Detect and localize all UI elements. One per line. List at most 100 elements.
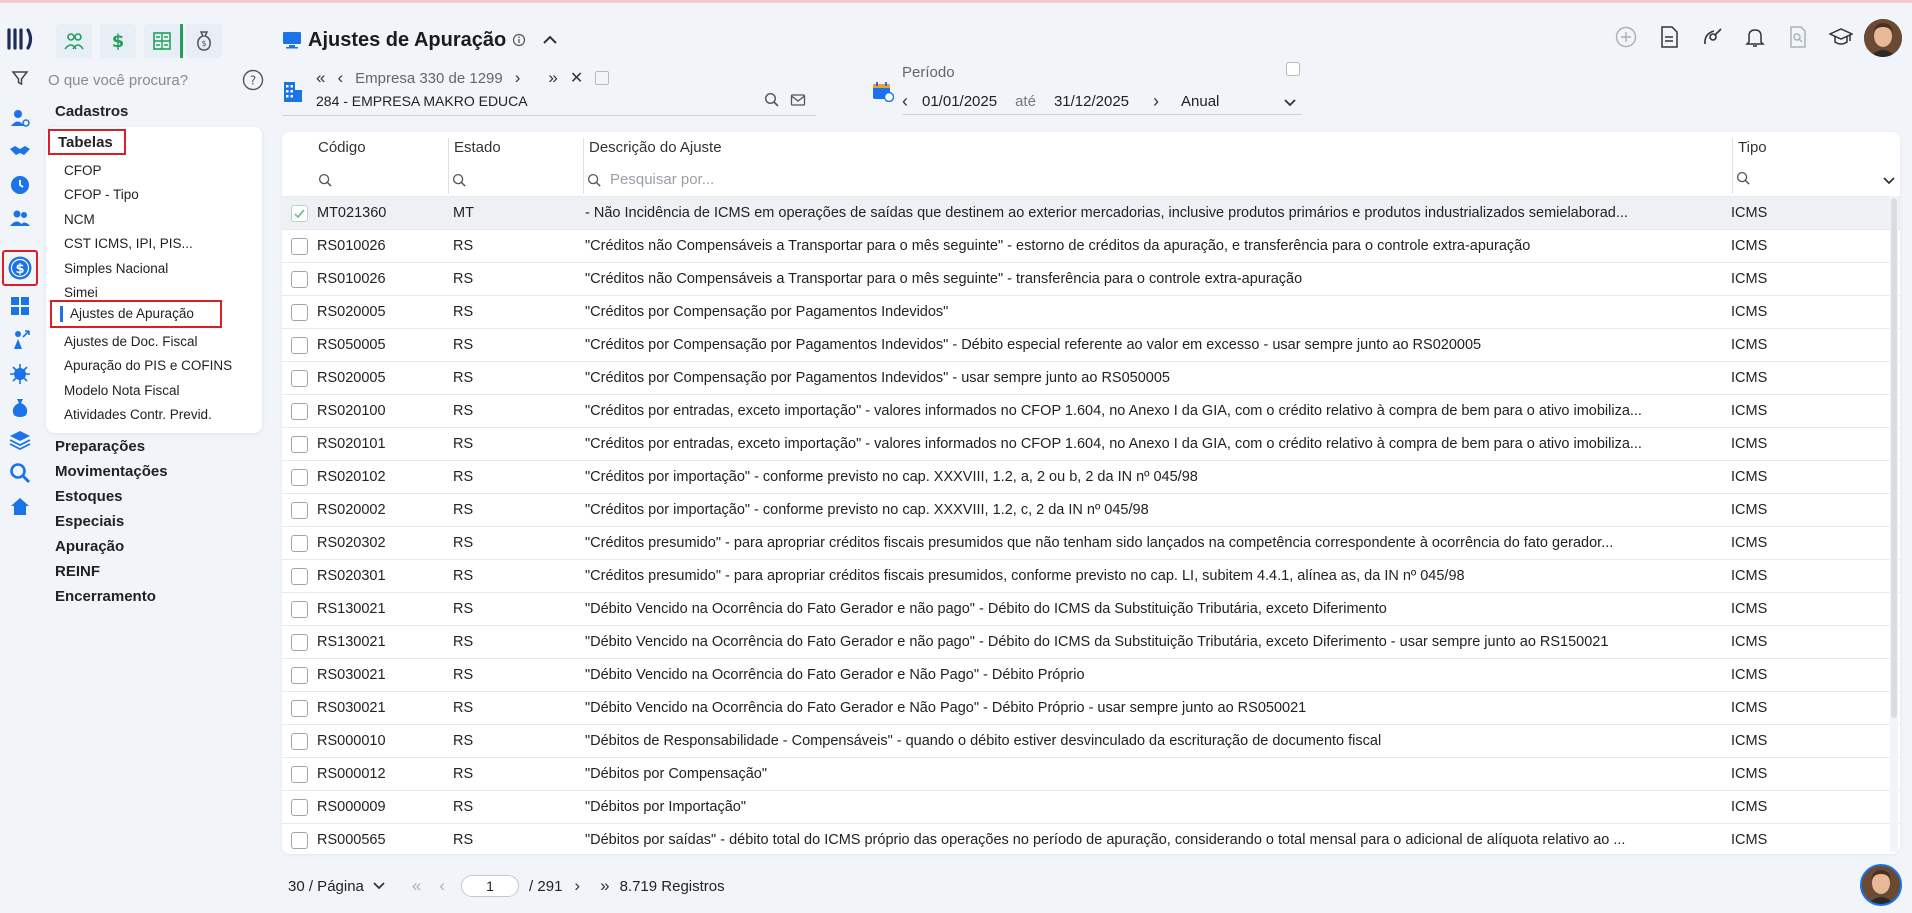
col-header-descricao[interactable]: Descrição do Ajuste xyxy=(589,132,722,162)
submenu-item-ncm[interactable]: NCM xyxy=(64,212,95,227)
submenu-item-cst[interactable]: CST ICMS, IPI, PIS... xyxy=(64,236,193,251)
submenu-item-simples-nacional[interactable]: Simples Nacional xyxy=(64,261,168,276)
nav-estoques[interactable]: Estoques xyxy=(55,488,123,505)
row-checkbox[interactable] xyxy=(291,271,308,288)
assistant-avatar[interactable] xyxy=(1860,864,1902,906)
period-mode-select[interactable]: Anual xyxy=(1181,93,1219,110)
table-row[interactable]: RS020101 RS "Créditos por entradas, exceto… xyxy=(282,427,1900,460)
money-bag-icon[interactable] xyxy=(8,395,32,419)
table-row[interactable]: RS020005 RS "Créditos por Compensação por … xyxy=(282,295,1900,328)
nav-movimentacoes[interactable]: Movimentações xyxy=(55,463,168,480)
row-checkbox[interactable] xyxy=(291,535,308,552)
nav-preparacoes[interactable]: Preparações xyxy=(55,438,145,455)
table-row[interactable]: RS030021 RS "Débito Vencido na Ocorrência … xyxy=(282,691,1900,724)
add-circle-icon[interactable] xyxy=(1613,24,1639,50)
table-row[interactable]: RS020002 RS "Créditos por importação" - co… xyxy=(282,493,1900,526)
bell-icon[interactable] xyxy=(1742,24,1768,50)
table-row[interactable]: RS000010 RS "Débitos de Responsabilidade -… xyxy=(282,724,1900,757)
nav-encerramento[interactable]: Encerramento xyxy=(55,588,156,605)
row-checkbox[interactable] xyxy=(291,238,308,255)
info-icon[interactable] xyxy=(512,33,526,47)
chevron-up-icon[interactable] xyxy=(540,30,560,50)
filter-descricao-input[interactable]: Pesquisar por... xyxy=(610,171,714,188)
row-checkbox[interactable] xyxy=(291,733,308,750)
row-checkbox[interactable] xyxy=(291,700,308,717)
table-row[interactable]: RS130021 RS "Débito Vencido na Ocorrência … xyxy=(282,625,1900,658)
submenu-item-apuracao-pis-cofins[interactable]: Apuração do PIS e COFINS xyxy=(64,358,232,373)
nav-tabelas[interactable]: Tabelas xyxy=(48,129,126,155)
row-checkbox[interactable] xyxy=(291,304,308,321)
table-row[interactable]: RS020102 RS "Créditos por importação" - co… xyxy=(282,460,1900,493)
row-checkbox[interactable] xyxy=(291,832,308,849)
row-checkbox[interactable] xyxy=(291,568,308,585)
row-checkbox[interactable] xyxy=(291,337,308,354)
clock-icon[interactable] xyxy=(8,173,32,197)
fiscal-module-icon[interactable]: $ xyxy=(2,250,38,286)
row-checkbox[interactable] xyxy=(291,403,308,420)
search-icon[interactable] xyxy=(764,92,780,108)
submenu-item-cfop-tipo[interactable]: CFOP - Tipo xyxy=(64,187,139,202)
col-header-tipo[interactable]: Tipo xyxy=(1738,132,1767,162)
prev-page-icon[interactable]: ‹ xyxy=(439,876,445,896)
person-arrow-icon[interactable] xyxy=(8,328,32,352)
grid-module-icon[interactable] xyxy=(144,24,180,58)
nav-reinf[interactable]: REINF xyxy=(55,563,100,580)
row-checkbox[interactable] xyxy=(291,469,308,486)
table-row[interactable]: RS000009 RS "Débitos por Importação" ICMS xyxy=(282,790,1900,823)
scrollbar-thumb[interactable] xyxy=(1891,198,1897,718)
document-icon[interactable] xyxy=(1656,24,1682,50)
first-page-icon[interactable]: « xyxy=(412,876,421,896)
user-settings-icon[interactable] xyxy=(8,106,32,130)
row-checkbox[interactable] xyxy=(291,667,308,684)
satellite-icon[interactable] xyxy=(1699,24,1725,50)
table-row[interactable]: RS020100 RS "Créditos por entradas, exceto… xyxy=(282,394,1900,427)
row-checkbox[interactable] xyxy=(291,766,308,783)
submenu-item-modelo-nota-fiscal[interactable]: Modelo Nota Fiscal xyxy=(64,383,180,398)
next-company-icon[interactable]: › xyxy=(515,68,521,88)
last-company-icon[interactable]: » xyxy=(548,68,557,88)
row-checkbox[interactable] xyxy=(291,370,308,387)
table-row[interactable]: RS020301 RS "Créditos presumido" - para ap… xyxy=(282,559,1900,592)
mail-icon[interactable] xyxy=(790,92,806,108)
help-icon[interactable]: ? xyxy=(242,69,264,91)
global-network-icon[interactable] xyxy=(8,362,32,386)
user-avatar[interactable] xyxy=(1864,19,1902,57)
menu-search-input[interactable] xyxy=(48,68,228,92)
table-row[interactable]: RS010026 RS "Créditos não Compensáveis a T… xyxy=(282,229,1900,262)
app-logo-icon[interactable] xyxy=(6,26,34,52)
dollar-module-icon[interactable]: $ xyxy=(100,24,136,58)
prev-period-icon[interactable]: ‹ xyxy=(902,91,908,112)
filter-tipo-search-icon[interactable] xyxy=(1736,171,1751,186)
graduation-cap-icon[interactable] xyxy=(1828,24,1854,50)
company-checkbox[interactable] xyxy=(595,71,610,85)
home-icon[interactable] xyxy=(8,494,32,518)
submenu-item-ajustes-doc-fiscal[interactable]: Ajustes de Doc. Fiscal xyxy=(64,334,198,349)
row-checkbox[interactable] xyxy=(291,601,308,618)
col-header-codigo[interactable]: Código xyxy=(318,132,366,162)
submenu-item-cfop[interactable]: CFOP xyxy=(64,163,102,178)
chevron-down-icon[interactable] xyxy=(1882,174,1896,188)
page-number-input[interactable]: 1 xyxy=(461,875,520,897)
submenu-item-simei[interactable]: Simei xyxy=(64,285,98,300)
filter-descricao-search-icon[interactable] xyxy=(587,173,602,188)
first-company-icon[interactable]: « xyxy=(316,68,325,88)
table-scrollbar[interactable] xyxy=(1890,196,1898,852)
handshake-icon[interactable] xyxy=(8,139,32,163)
row-checkbox[interactable] xyxy=(291,436,308,453)
col-header-estado[interactable]: Estado xyxy=(454,132,501,162)
table-row[interactable]: RS030021 RS "Débito Vencido na Ocorrência … xyxy=(282,658,1900,691)
nav-cadastros[interactable]: Cadastros xyxy=(55,103,128,120)
submenu-item-atividades-contr-previd[interactable]: Atividades Contr. Previd. xyxy=(64,407,212,422)
next-page-icon[interactable]: › xyxy=(574,876,580,896)
table-row[interactable]: RS020302 RS "Créditos presumido" - para ap… xyxy=(282,526,1900,559)
search-document-icon[interactable] xyxy=(1785,24,1811,50)
row-checkbox[interactable] xyxy=(291,502,308,519)
calculator-icon[interactable] xyxy=(8,294,32,318)
table-row[interactable]: MT021360 MT - Não Incidência de ICMS em op… xyxy=(282,196,1900,229)
table-row[interactable]: RS050005 RS "Créditos por Compensação por … xyxy=(282,328,1900,361)
period-checkbox[interactable] xyxy=(1286,62,1300,76)
per-page-select[interactable]: 30 / Página xyxy=(288,878,364,895)
table-row[interactable]: RS130021 RS "Débito Vencido na Ocorrência … xyxy=(282,592,1900,625)
chevron-down-icon[interactable] xyxy=(1282,94,1298,110)
last-page-icon[interactable]: » xyxy=(600,876,609,896)
